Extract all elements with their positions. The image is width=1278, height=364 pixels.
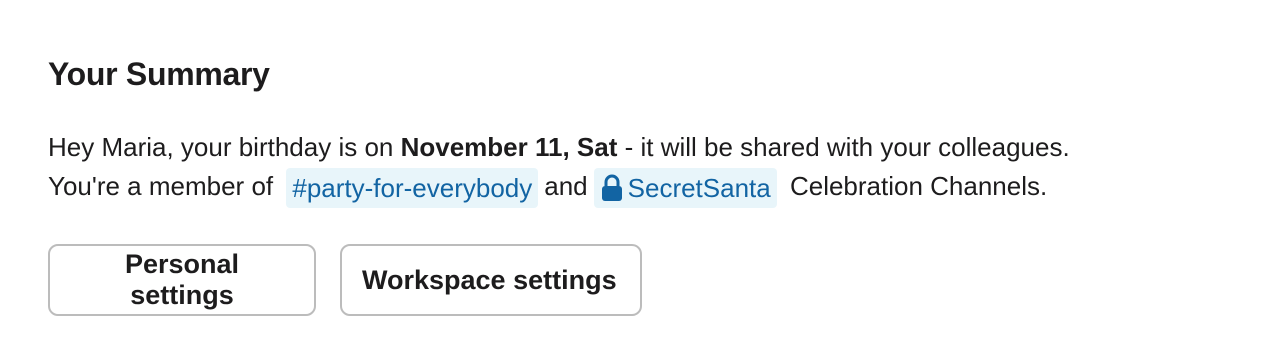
lock-icon	[600, 173, 624, 202]
summary-card: Your Summary Hey Maria, your birthday is…	[0, 0, 1278, 364]
workspace-settings-button[interactable]: Workspace settings	[340, 244, 642, 316]
birthday-prefix-text: Hey Maria, your birthday is on	[48, 132, 401, 162]
birthday-date: November 11, Sat	[400, 132, 618, 162]
birthday-suffix-text: - it will be shared with your colleagues…	[617, 132, 1070, 162]
birthday-sentence: Hey Maria, your birthday is on November …	[48, 129, 1070, 165]
channel-link-party-for-everybody[interactable]: #party-for-everybody	[286, 168, 539, 209]
summary-title: Your Summary	[48, 56, 270, 92]
membership-suffix-text: Celebration Channels.	[782, 171, 1048, 201]
channel-secretsanta-label: SecretSanta	[627, 173, 771, 204]
membership-prefix-text: You're a member of	[48, 171, 281, 201]
conjunction-text: and	[544, 171, 588, 201]
membership-sentence: You're a member of #party-for-everybody a…	[48, 168, 1048, 209]
personal-settings-button[interactable]: Personal settings	[48, 244, 316, 316]
channel-link-secretsanta[interactable]: SecretSanta	[593, 168, 777, 209]
settings-buttons: Personal settings Workspace settings	[48, 244, 642, 316]
